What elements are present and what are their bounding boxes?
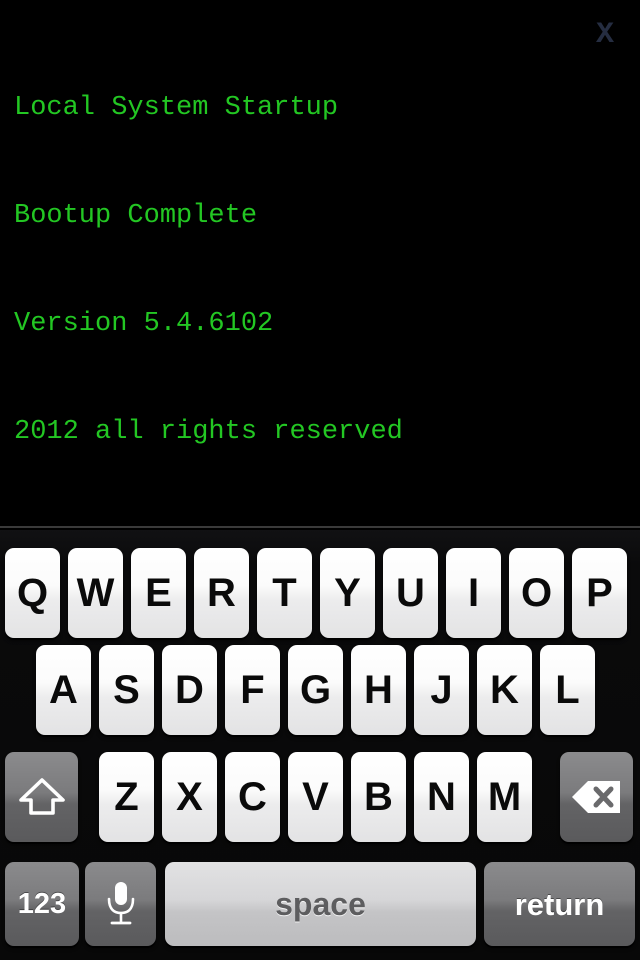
key-e[interactable]: E [131, 548, 186, 638]
key-b[interactable]: B [351, 752, 406, 842]
key-m[interactable]: M [477, 752, 532, 842]
terminal-line: 2012 all rights reserved [14, 417, 403, 447]
microphone-icon [104, 880, 138, 928]
key-d[interactable]: D [162, 645, 217, 735]
key-n[interactable]: N [414, 752, 469, 842]
key-c[interactable]: C [225, 752, 280, 842]
key-f[interactable]: F [225, 645, 280, 735]
phone-screen: Local System Startup Bootup Complete Ver… [0, 0, 640, 960]
keyboard-row-2: A S D F G H J K L [0, 645, 640, 741]
key-r[interactable]: R [194, 548, 249, 638]
key-k[interactable]: K [477, 645, 532, 735]
space-key[interactable]: space [165, 862, 476, 946]
keyboard-row-4: 123 space return [0, 862, 640, 958]
key-p[interactable]: P [572, 548, 627, 638]
key-y[interactable]: Y [320, 548, 375, 638]
key-a[interactable]: A [36, 645, 91, 735]
backspace-delete-icon [571, 778, 623, 816]
on-screen-keyboard[interactable]: Q W E R T Y U I O P A S D F G H J K L Z … [0, 530, 640, 960]
key-q[interactable]: Q [5, 548, 60, 638]
return-key[interactable]: return [484, 862, 635, 946]
key-x[interactable]: X [162, 752, 217, 842]
key-w[interactable]: W [68, 548, 123, 638]
terminal-line: Version 5.4.6102 [14, 309, 274, 339]
key-h[interactable]: H [351, 645, 406, 735]
key-g[interactable]: G [288, 645, 343, 735]
terminal-line: Started: 10-Feb-2012 19:14:40 [14, 522, 634, 526]
key-t[interactable]: T [257, 548, 312, 638]
shift-key[interactable] [5, 752, 78, 842]
key-v[interactable]: V [288, 752, 343, 842]
key-u[interactable]: U [383, 548, 438, 638]
terminal-text-block: Local System Startup Bootup Complete Ver… [14, 18, 634, 526]
key-l[interactable]: L [540, 645, 595, 735]
dictation-key[interactable] [85, 862, 156, 946]
close-icon[interactable]: X [596, 20, 614, 50]
key-i[interactable]: I [446, 548, 501, 638]
terminal-output-area[interactable]: Local System Startup Bootup Complete Ver… [0, 0, 640, 528]
terminal-line: Local System Startup [14, 93, 339, 123]
keyboard-row-3: Z X C V B N M [0, 752, 640, 848]
key-z[interactable]: Z [99, 752, 154, 842]
shift-arrow-icon [18, 775, 66, 819]
key-o[interactable]: O [509, 548, 564, 638]
key-j[interactable]: J [414, 645, 469, 735]
terminal-line: Bootup Complete [14, 201, 258, 231]
numbers-key[interactable]: 123 [5, 862, 79, 946]
backspace-key[interactable] [560, 752, 633, 842]
keyboard-row-1: Q W E R T Y U I O P [0, 548, 640, 644]
key-s[interactable]: S [99, 645, 154, 735]
